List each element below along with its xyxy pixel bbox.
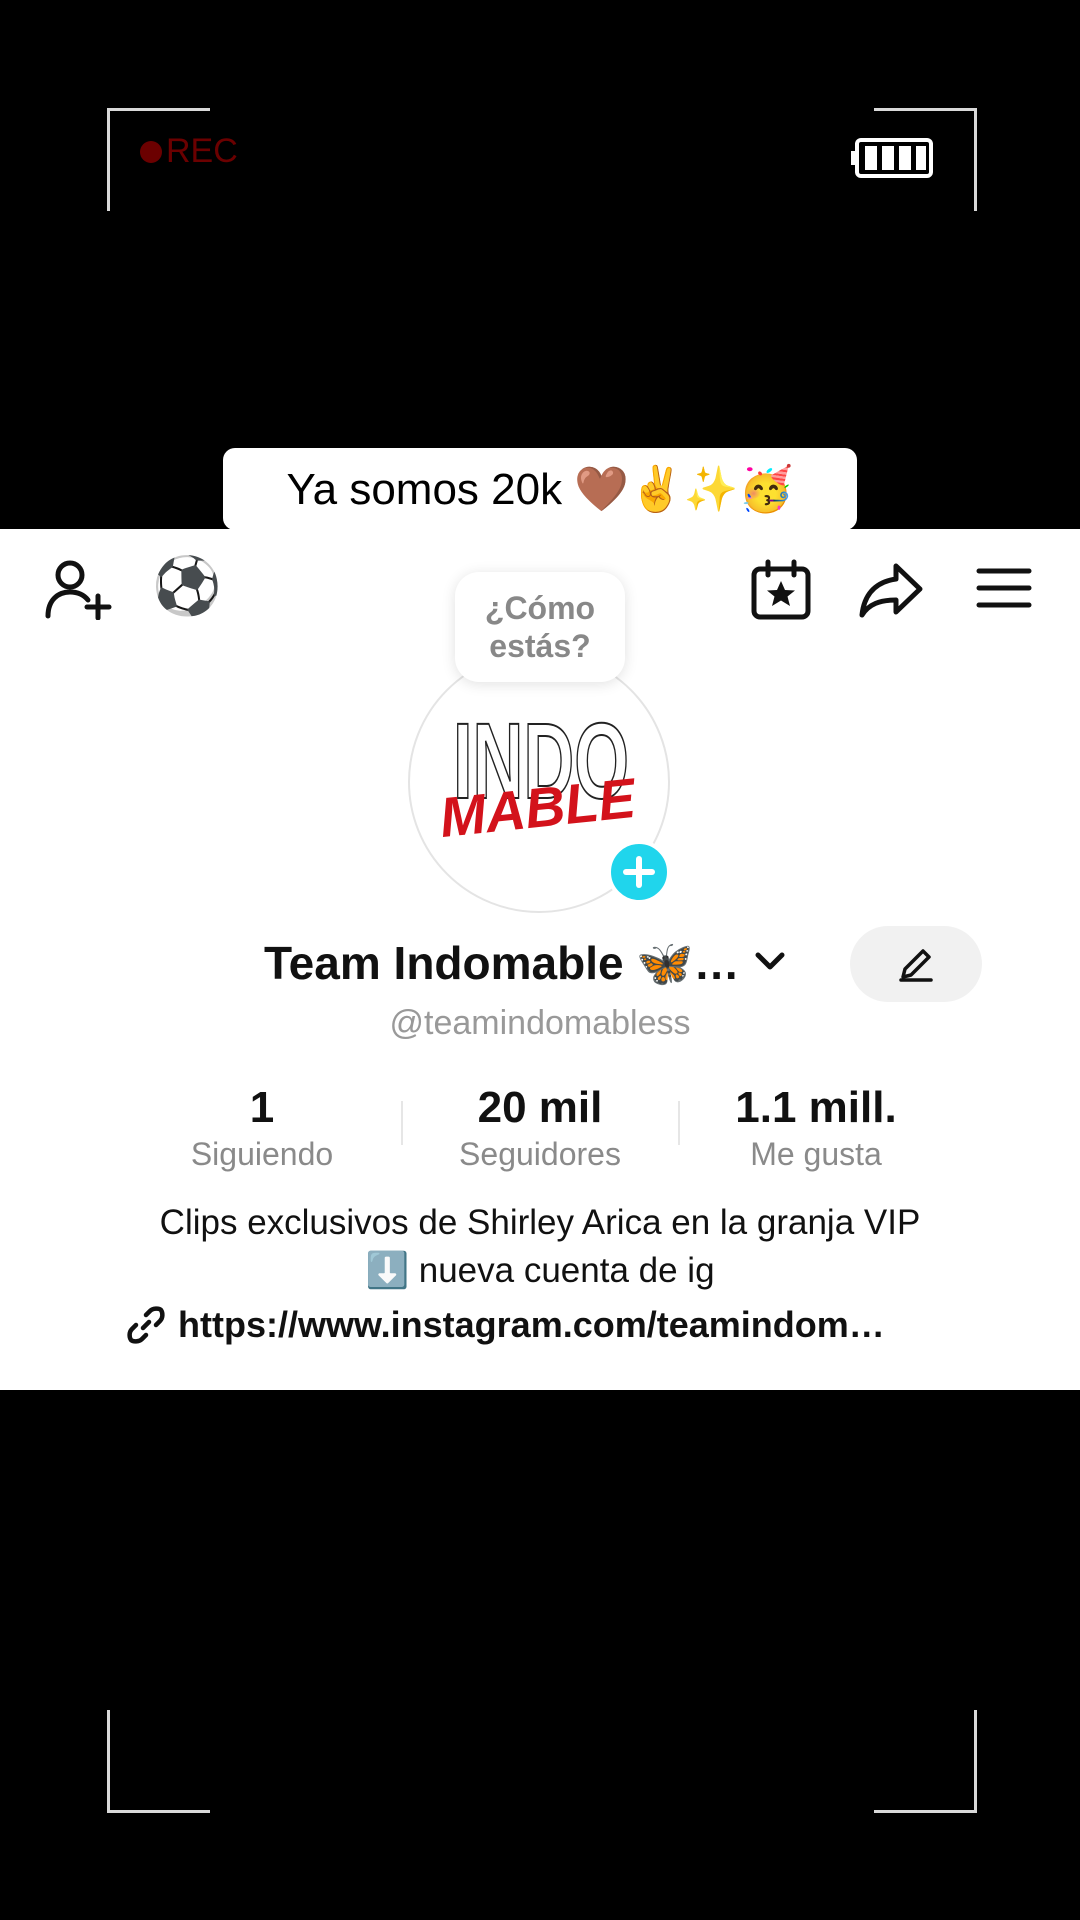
stats-divider: [401, 1101, 403, 1145]
status-bubble-text: ¿Cómo estás?: [484, 590, 596, 664]
edit-profile-button[interactable]: [850, 926, 982, 1002]
display-name-row[interactable]: Team Indomable 🦋…: [264, 936, 786, 991]
bio-link-text: https://www.instagram.com/teamindom…: [178, 1304, 885, 1345]
menu-icon[interactable]: [976, 567, 1032, 614]
profile-card: ⚽ ¿Cómo estás? INDO MABLE Team Indomable…: [0, 529, 1080, 1390]
share-icon[interactable]: [858, 562, 924, 623]
frame-corner-bottom-right: [874, 1710, 977, 1813]
likes-count: 1.1 mill.: [735, 1083, 897, 1132]
battery-icon: [851, 138, 933, 183]
stat-followers[interactable]: 20 mil Seguidores: [420, 1082, 660, 1174]
stats-divider: [678, 1101, 680, 1145]
chevron-down-icon[interactable]: [754, 950, 786, 977]
rec-indicator: REC: [140, 132, 238, 171]
status-bubble[interactable]: ¿Cómo estás?: [455, 572, 625, 682]
plus-icon: [623, 856, 655, 888]
link-icon: [127, 1306, 165, 1344]
pencil-icon: [899, 949, 933, 982]
stat-following[interactable]: 1 Siguiendo: [142, 1082, 382, 1174]
followers-count: 20 mil: [477, 1083, 603, 1132]
bio-line-2: ⬇️ nueva cuenta de ig: [365, 1251, 715, 1290]
frame-corner-bottom-left: [107, 1710, 210, 1813]
add-story-button[interactable]: [607, 840, 671, 904]
stat-likes[interactable]: 1.1 mill. Me gusta: [696, 1082, 936, 1174]
username: @teamindomabless: [389, 1004, 691, 1042]
likes-label: Me gusta: [750, 1136, 882, 1172]
rec-dot-icon: [140, 140, 162, 163]
following-label: Siguiendo: [190, 1136, 334, 1172]
add-friend-icon[interactable]: [44, 558, 112, 625]
bio-link[interactable]: https://www.instagram.com/teamindom…: [126, 1304, 885, 1346]
calendar-star-icon[interactable]: [750, 559, 812, 626]
display-name: Team Indomable 🦋…: [264, 937, 740, 989]
following-count: 1: [249, 1083, 275, 1132]
followers-label: Seguidores: [459, 1136, 621, 1172]
soccer-ball-icon[interactable]: ⚽: [152, 558, 222, 614]
video-caption: Ya somos 20k 🤎✌️✨🥳: [223, 448, 857, 530]
rec-label: REC: [166, 132, 238, 170]
caption-text: Ya somos 20k 🤎✌️✨🥳: [286, 465, 794, 514]
bio-line-1: Clips exclusivos de Shirley Arica en la …: [159, 1203, 921, 1242]
